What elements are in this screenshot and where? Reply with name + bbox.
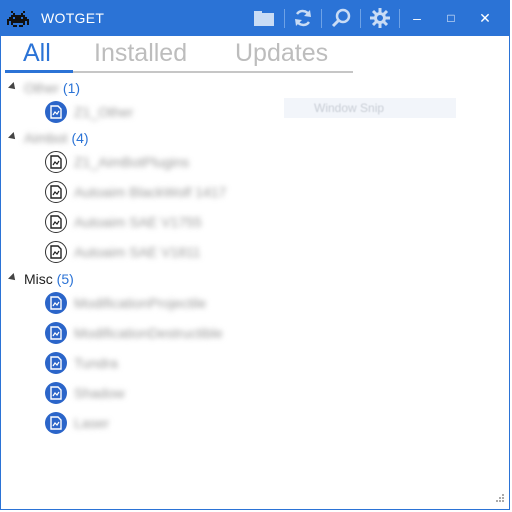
app-window: WOTGET – □ ✕ All Installed Updates Windo… bbox=[0, 0, 510, 510]
minimize-icon: – bbox=[413, 10, 421, 26]
package-name: Z1_AimBotPlugins bbox=[74, 154, 190, 170]
toolbar-separator bbox=[399, 9, 400, 28]
group-count: (4) bbox=[71, 130, 89, 146]
tab-installed[interactable]: Installed bbox=[94, 39, 187, 68]
package-item[interactable]: Autoaim SAE V1755 bbox=[45, 210, 202, 234]
installed-package-icon bbox=[45, 352, 67, 374]
package-name: ModificationDestructible bbox=[74, 325, 223, 341]
window-title: WOTGET bbox=[41, 10, 105, 26]
package-name: Autoaim SAE V1755 bbox=[74, 214, 202, 230]
group-name: Aimbot bbox=[24, 130, 68, 146]
toolbar-separator bbox=[321, 9, 322, 28]
refresh-button[interactable] bbox=[291, 6, 315, 30]
minimize-button[interactable]: – bbox=[403, 6, 431, 30]
package-name: Laser bbox=[74, 415, 110, 431]
title-bar[interactable]: WOTGET – □ ✕ bbox=[1, 1, 509, 36]
close-button[interactable]: ✕ bbox=[471, 6, 499, 30]
package-name: Z1_Other bbox=[74, 104, 134, 120]
installed-package-icon bbox=[45, 382, 67, 404]
settings-gear-icon bbox=[370, 8, 390, 28]
package-item[interactable]: Autoaim BlackWolf 1417 bbox=[45, 180, 226, 204]
resize-grip-icon[interactable] bbox=[493, 493, 505, 505]
installed-package-icon bbox=[45, 322, 67, 344]
group-name: Misc bbox=[24, 271, 53, 287]
package-name: ModificationProjectile bbox=[74, 295, 207, 311]
package-item[interactable]: Z1_AimBotPlugins bbox=[45, 150, 189, 174]
tab-active-indicator bbox=[5, 70, 73, 73]
maximize-icon: □ bbox=[447, 11, 455, 25]
window-snip-label: Window Snip bbox=[314, 101, 385, 115]
available-package-icon bbox=[45, 241, 67, 263]
package-item[interactable]: Z1_Other bbox=[45, 100, 133, 124]
package-name: Tundra bbox=[74, 355, 118, 371]
expand-arrow-icon[interactable] bbox=[8, 273, 18, 283]
expand-arrow-icon[interactable] bbox=[8, 132, 18, 142]
settings-button[interactable] bbox=[368, 6, 392, 30]
package-item[interactable]: Laser bbox=[45, 411, 109, 435]
package-item[interactable]: Tundra bbox=[45, 351, 118, 375]
tab-bar: All Installed Updates bbox=[1, 39, 361, 73]
maximize-button[interactable]: □ bbox=[437, 6, 465, 30]
toolbar-separator bbox=[284, 9, 285, 28]
package-item[interactable]: Autoaim SAE V1811 bbox=[45, 240, 201, 264]
tab-all[interactable]: All bbox=[23, 39, 51, 68]
available-package-icon bbox=[45, 181, 67, 203]
package-name: Shadow bbox=[74, 385, 125, 401]
group-count: (1) bbox=[62, 80, 81, 96]
installed-package-icon bbox=[45, 292, 67, 314]
refresh-icon bbox=[295, 9, 311, 27]
group-label: Misc (5) bbox=[24, 271, 74, 287]
expand-arrow-icon[interactable] bbox=[8, 82, 18, 92]
space-invader-logo-icon bbox=[7, 11, 29, 27]
installed-package-icon bbox=[45, 101, 67, 123]
package-item[interactable]: Shadow bbox=[45, 381, 125, 405]
search-icon bbox=[331, 8, 351, 28]
folder-button[interactable] bbox=[252, 6, 276, 30]
package-item[interactable]: ModificationProjectile bbox=[45, 291, 206, 315]
package-name: Autoaim BlackWolf 1417 bbox=[74, 184, 227, 200]
tab-updates[interactable]: Updates bbox=[235, 39, 328, 68]
group-count: (5) bbox=[56, 271, 74, 287]
group-label: Other (1) bbox=[24, 80, 80, 96]
folder-icon bbox=[254, 11, 274, 26]
installed-package-icon bbox=[45, 412, 67, 434]
search-button[interactable] bbox=[329, 6, 353, 30]
close-icon: ✕ bbox=[479, 9, 491, 26]
group-name: Other bbox=[24, 80, 60, 96]
available-package-icon bbox=[45, 151, 67, 173]
group-label: Aimbot (4) bbox=[24, 130, 89, 146]
package-name: Autoaim SAE V1811 bbox=[74, 244, 201, 260]
window-snip-overlay: Window Snip bbox=[284, 98, 456, 118]
toolbar-separator bbox=[360, 9, 361, 28]
package-item[interactable]: ModificationDestructible bbox=[45, 321, 223, 345]
available-package-icon bbox=[45, 211, 67, 233]
